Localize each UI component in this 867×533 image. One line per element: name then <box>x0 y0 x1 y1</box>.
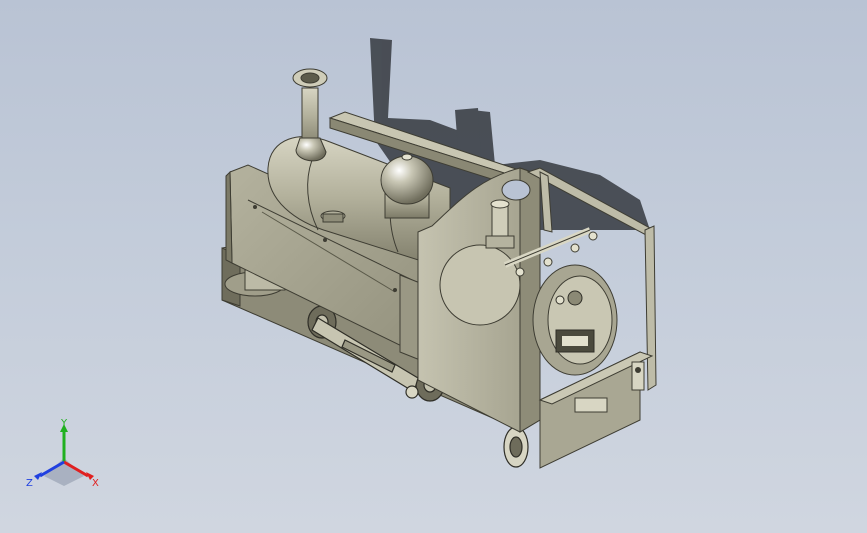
firebox-backhead <box>532 264 618 376</box>
chimney <box>292 68 328 162</box>
boiler-fitting <box>320 210 346 223</box>
steam-dome <box>380 153 434 219</box>
orientation-triad[interactable]: Y X Z <box>24 418 104 494</box>
locomotive-model[interactable] <box>0 0 867 533</box>
graphics-viewport[interactable]: Y X Z <box>0 0 867 533</box>
y-axis-label: Y <box>60 418 68 429</box>
x-axis-label: X <box>92 478 99 489</box>
z-axis-label: Z <box>26 478 33 489</box>
